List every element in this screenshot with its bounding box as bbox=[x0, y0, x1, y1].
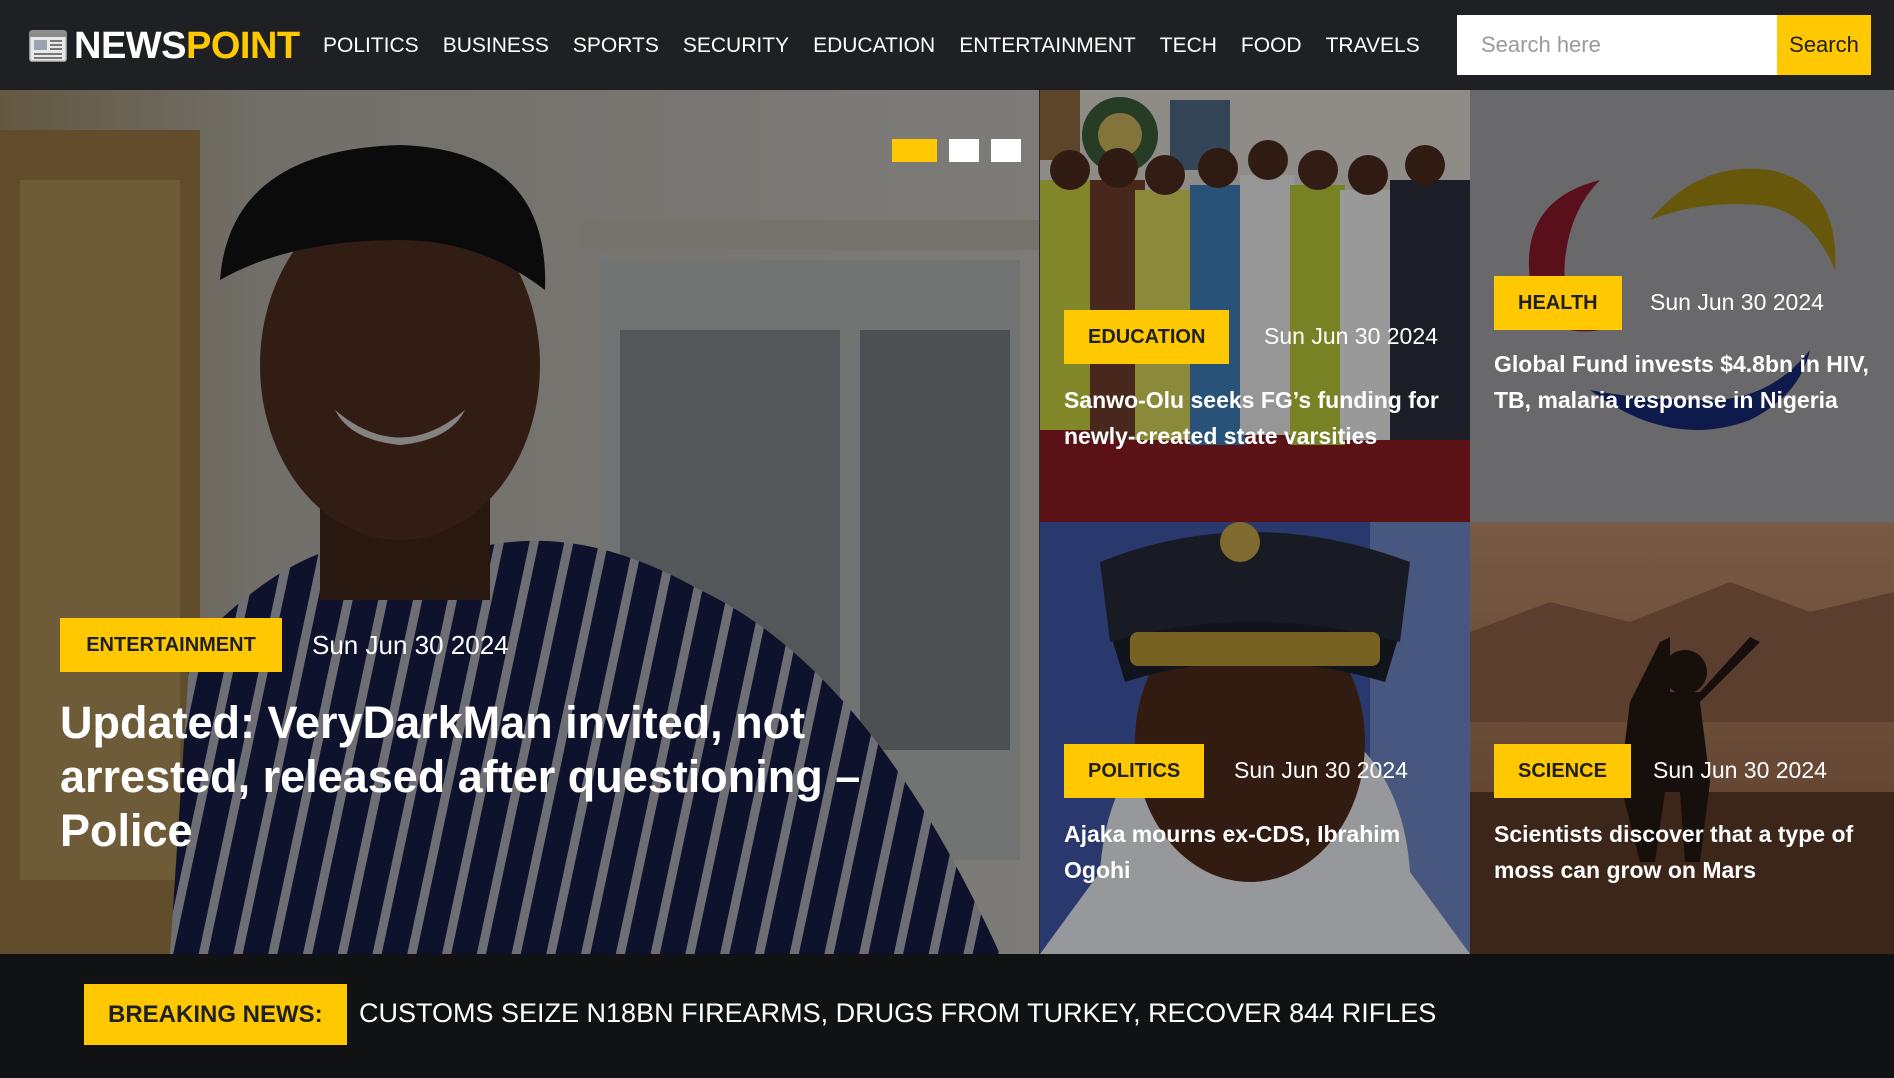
category-badge[interactable]: SCIENCE bbox=[1494, 744, 1631, 798]
site-header: NEWSPOINT POLITICS BUSINESS SPORTS SECUR… bbox=[0, 0, 1894, 90]
carousel-dot-3[interactable] bbox=[991, 139, 1021, 162]
search-button[interactable]: Search bbox=[1777, 15, 1871, 75]
nav-item-business[interactable]: BUSINESS bbox=[443, 30, 549, 62]
story-card-education[interactable]: EDUCATION Sun Jun 30 2024 Sanwo-Olu seek… bbox=[1040, 90, 1470, 522]
category-badge[interactable]: ENTERTAINMENT bbox=[60, 618, 282, 672]
main-nav: POLITICS BUSINESS SPORTS SECURITY EDUCAT… bbox=[323, 30, 1420, 62]
image-overlay bbox=[1470, 522, 1894, 954]
carousel-indicators bbox=[892, 139, 1021, 162]
category-badge[interactable]: HEALTH bbox=[1494, 276, 1622, 330]
breaking-news-bar: BREAKING NEWS: CUSTOMS SEIZE N18BN FIREA… bbox=[0, 954, 1894, 1078]
nav-item-entertainment[interactable]: ENTERTAINMENT bbox=[959, 30, 1136, 62]
story-headline[interactable]: Global Fund invests $4.8bn in HIV, TB, m… bbox=[1494, 346, 1884, 418]
story-date: Sun Jun 30 2024 bbox=[1653, 757, 1827, 783]
carousel-dot-1[interactable] bbox=[892, 139, 937, 162]
story-card-science[interactable]: SCIENCE Sun Jun 30 2024 Scientists disco… bbox=[1470, 522, 1894, 954]
story-headline[interactable]: Ajaka mourns ex-CDS, Ibrahim Ogohi bbox=[1064, 816, 1454, 888]
story-headline[interactable]: Updated: VeryDarkMan invited, not arrest… bbox=[60, 696, 880, 858]
newspaper-icon bbox=[29, 30, 67, 62]
nav-item-tech[interactable]: TECH bbox=[1160, 30, 1217, 62]
brand-name-part1: NEWS bbox=[74, 25, 187, 67]
story-headline[interactable]: Sanwo-Olu seeks FG’s funding for newly-c… bbox=[1064, 382, 1454, 454]
nav-item-politics[interactable]: POLITICS bbox=[323, 30, 419, 62]
search-input[interactable] bbox=[1457, 15, 1777, 75]
story-date: Sun Jun 30 2024 bbox=[1264, 323, 1438, 349]
nav-item-education[interactable]: EDUCATION bbox=[813, 30, 935, 62]
breaking-news-headline[interactable]: CUSTOMS SEIZE N18BN FIREARMS, DRUGS FROM… bbox=[359, 998, 1436, 1029]
brand-name: NEWSPOINT bbox=[74, 27, 300, 65]
nav-item-security[interactable]: SECURITY bbox=[683, 30, 789, 62]
image-overlay bbox=[1040, 522, 1470, 954]
carousel-dot-2[interactable] bbox=[949, 139, 979, 162]
story-card-politics[interactable]: POLITICS Sun Jun 30 2024 Ajaka mourns ex… bbox=[1040, 522, 1470, 954]
breaking-news-label: BREAKING NEWS: bbox=[84, 984, 347, 1045]
story-headline[interactable]: Scientists discover that a type of moss … bbox=[1494, 816, 1884, 888]
site-logo[interactable]: NEWSPOINT bbox=[28, 26, 300, 66]
nav-item-sports[interactable]: SPORTS bbox=[573, 30, 659, 62]
brand-name-part2: POINT bbox=[186, 25, 300, 67]
category-badge[interactable]: EDUCATION bbox=[1064, 310, 1230, 364]
story-date: Sun Jun 30 2024 bbox=[312, 630, 509, 660]
story-card-health[interactable]: HEALTH Sun Jun 30 2024 Global Fund inves… bbox=[1470, 90, 1894, 522]
story-date: Sun Jun 30 2024 bbox=[1234, 757, 1408, 783]
image-overlay bbox=[1040, 90, 1470, 522]
category-badge[interactable]: POLITICS bbox=[1064, 744, 1205, 798]
search-form: Search bbox=[1457, 15, 1871, 75]
nav-item-food[interactable]: FOOD bbox=[1241, 30, 1302, 62]
featured-story-card[interactable]: ENTERTAINMENT Sun Jun 30 2024 Updated: V… bbox=[0, 90, 1040, 954]
nav-item-travels[interactable]: TRAVELS bbox=[1326, 30, 1420, 62]
story-date: Sun Jun 30 2024 bbox=[1650, 289, 1824, 315]
